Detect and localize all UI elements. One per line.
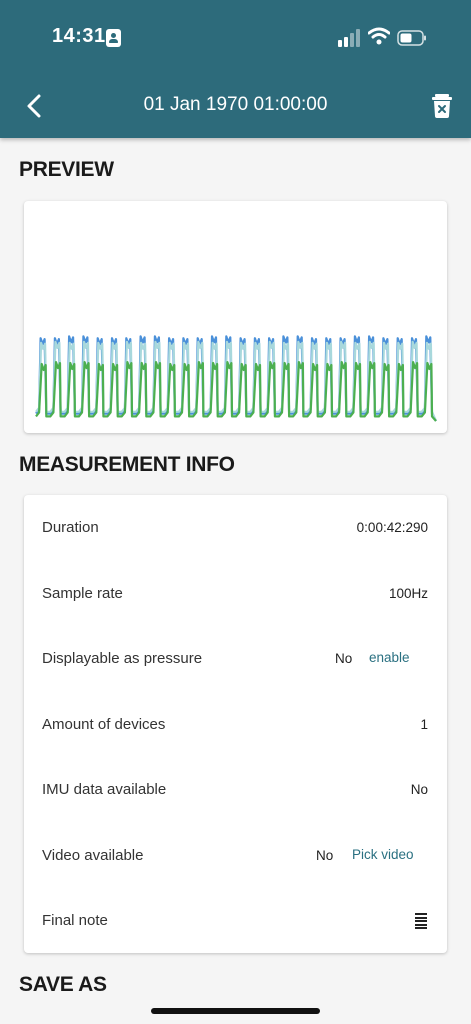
status-time: 14:31	[52, 25, 106, 47]
video-status: No	[316, 848, 334, 863]
pressure-status: No	[335, 651, 353, 666]
pressure-label: Displayable as pressure	[42, 650, 203, 667]
preview-chart	[35, 335, 438, 422]
measurement-info-section-title: MEASUREMENT INFO	[19, 453, 235, 476]
cellular-signal-icon	[338, 29, 360, 47]
devices-value: 1	[420, 717, 428, 732]
duration-label: Duration	[42, 519, 99, 536]
devices-label: Amount of devices	[42, 716, 166, 733]
measurement-info-card: Duration 0:00:42:290 Sample rate 100Hz D…	[24, 495, 447, 953]
final-note-label: Final note	[42, 912, 108, 929]
app-header: 14:31 01 Jan 1970 01:00:00	[0, 0, 471, 138]
back-button[interactable]	[20, 90, 48, 122]
note-lines-icon[interactable]	[415, 913, 427, 929]
pressure-row: Displayable as pressure No enable	[24, 626, 447, 691]
sample-rate-value: 100Hz	[388, 586, 428, 601]
preview-chart-card	[24, 201, 447, 433]
imu-label: IMU data available	[42, 781, 167, 798]
pick-video-button[interactable]: Pick video	[352, 847, 414, 862]
battery-icon	[397, 30, 426, 46]
imu-value: No	[410, 782, 428, 797]
wifi-icon	[368, 27, 390, 45]
final-note-row: Final note	[24, 888, 447, 953]
preview-section-title: PREVIEW	[19, 158, 114, 181]
save-as-section-title: SAVE AS	[19, 973, 107, 996]
sample-rate-row: Sample rate 100Hz	[24, 561, 447, 626]
enable-pressure-button[interactable]: enable	[369, 650, 410, 665]
devices-row: Amount of devices 1	[24, 692, 447, 757]
duration-row: Duration 0:00:42:290	[24, 495, 447, 560]
sample-rate-label: Sample rate	[42, 585, 123, 602]
delete-button[interactable]	[431, 94, 453, 118]
contact-card-icon	[106, 29, 121, 47]
video-row: Video available No Pick video	[24, 823, 447, 888]
duration-value: 0:00:42:290	[356, 520, 428, 535]
home-indicator[interactable]	[151, 1008, 320, 1014]
imu-row: IMU data available No	[24, 757, 447, 822]
video-label: Video available	[42, 847, 144, 864]
page-title: 01 Jan 1970 01:00:00	[143, 94, 328, 115]
